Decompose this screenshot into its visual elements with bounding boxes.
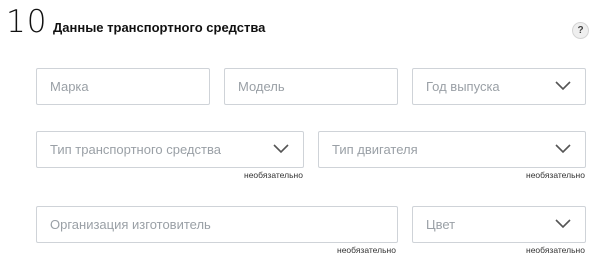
engine-type-select[interactable]: Тип двигателя <box>318 131 586 168</box>
engine-type-placeholder: Тип двигателя <box>332 142 418 157</box>
manufacturer-placeholder: Организация изготовитель <box>50 217 211 232</box>
color-optional-note: необязательно <box>526 245 585 255</box>
color-placeholder: Цвет <box>426 217 456 232</box>
vehicle-type-select[interactable]: Тип транспортного средства <box>36 131 304 168</box>
section-number: 10 <box>6 4 48 40</box>
chevron-down-icon <box>555 219 571 229</box>
brand-placeholder: Марка <box>50 79 89 94</box>
year-placeholder: Год выпуска <box>426 79 500 94</box>
year-select[interactable]: Год выпуска <box>412 68 586 105</box>
color-select[interactable]: Цвет <box>412 206 586 243</box>
manufacturer-input[interactable]: Организация изготовитель <box>36 206 398 243</box>
manufacturer-optional-note: необязательно <box>337 245 396 255</box>
model-placeholder: Модель <box>238 79 285 94</box>
help-button[interactable]: ? <box>572 22 589 39</box>
section-title: Данные транспортного средства <box>53 20 266 35</box>
model-input[interactable]: Модель <box>224 68 398 105</box>
vehicle-type-placeholder: Тип транспортного средства <box>50 142 221 157</box>
chevron-down-icon <box>555 81 571 91</box>
vehicle-type-optional-note: необязательно <box>244 170 303 180</box>
chevron-down-icon <box>555 144 571 154</box>
chevron-down-icon <box>273 144 289 154</box>
brand-input[interactable]: Марка <box>36 68 210 105</box>
engine-type-optional-note: необязательно <box>526 170 585 180</box>
